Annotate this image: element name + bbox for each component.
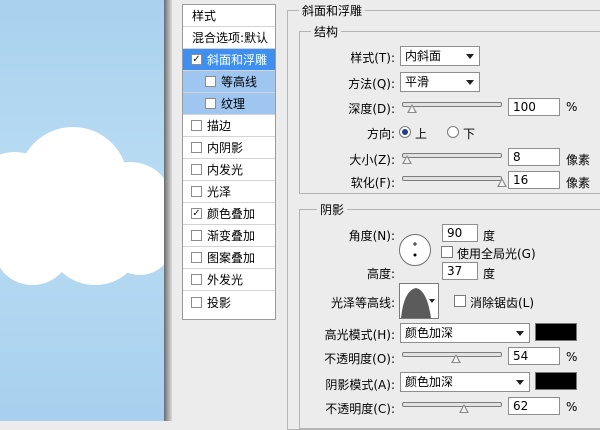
shading-group-title: 阴影 [317,201,348,218]
anti-aliased-checkbox[interactable] [454,295,466,307]
shadow-mode-label: 阴影模式(A): [325,378,395,392]
shadow-color-swatch[interactable] [535,372,577,390]
shadow-opacity-slider[interactable] [402,402,502,407]
style-item-inner-shadow[interactable]: 内阴影 [183,137,275,159]
size-input[interactable]: 8 [508,148,560,166]
technique-label: 方法(Q): [348,77,395,91]
depth-slider-thumb[interactable] [407,104,417,113]
altitude-input[interactable]: 37 [442,262,478,280]
highlight-color-swatch[interactable] [535,323,577,341]
dialog-frame-edge [164,0,172,421]
bevel-emboss-panel: 斜面和浮雕 结构 样式(T): 内斜面 方法(Q): 平滑 深度(D): 100… [287,0,600,430]
size-slider-thumb[interactable] [402,155,412,164]
style-item-stroke[interactable]: 描边 [183,115,275,137]
gloss-contour-label: 光泽等高线: [330,296,395,310]
gloss-contour-picker[interactable] [399,283,439,319]
highlight-opacity-unit: % [566,350,578,364]
layer-style-list: 样式 混合选项:默认 ✓ 斜面和浮雕 等高线 纹理 描边 内阴影 内发光 光泽 … [182,4,276,320]
blending-options-item[interactable]: 混合选项:默认 [183,27,275,49]
depth-slider[interactable] [402,102,502,107]
style-item-satin[interactable]: 光泽 [183,181,275,203]
shadow-opacity-label: 不透明度(C): [325,402,395,416]
soften-slider[interactable] [402,176,502,181]
highlight-opacity-input[interactable]: 54 [508,347,560,365]
chevron-down-icon [466,54,474,59]
style-item-inner-glow[interactable]: 内发光 [183,159,275,181]
soften-unit: 像素 [566,176,591,190]
highlight-opacity-slider-thumb[interactable] [451,354,461,363]
checkbox-contour[interactable] [205,76,216,87]
chevron-down-icon [516,331,524,336]
style-label: 样式(T): [350,51,395,65]
chevron-down-icon [466,80,474,85]
bevel-style-select[interactable]: 内斜面 [400,46,480,66]
global-light-label: 使用全局光(G) [457,247,536,261]
checkbox-inner-shadow[interactable] [191,142,202,153]
checkbox-outer-glow[interactable] [191,274,202,285]
checkbox-bevel-emboss[interactable]: ✓ [191,54,202,65]
depth-unit: % [566,100,578,114]
style-item-pattern-overlay[interactable]: 图案叠加 [183,247,275,269]
depth-input[interactable]: 100 [508,98,560,116]
depth-label: 深度(D): [348,102,395,116]
angle-input[interactable]: 90 [442,224,478,242]
checkbox-drop-shadow[interactable] [191,296,202,308]
structure-group-title: 结构 [311,23,342,40]
direction-up-label: 上 [415,127,428,141]
direction-label: 方向: [366,127,395,141]
checkbox-texture[interactable] [205,98,216,109]
direction-up-radio[interactable] [399,126,411,138]
bevel-group-title: 斜面和浮雕 [299,2,366,19]
soften-label: 软化(F): [350,176,395,190]
angle-unit: 度 [483,229,496,243]
global-light-checkbox[interactable] [441,246,453,258]
checkbox-stroke[interactable] [191,120,202,131]
checkbox-pattern-overlay[interactable] [191,252,202,263]
size-unit: 像素 [566,153,591,167]
direction-down-radio[interactable] [447,126,459,138]
checkbox-color-overlay[interactable]: ✓ [191,208,202,219]
angle-label: 角度(N): [348,229,395,243]
checkbox-gradient-overlay[interactable] [191,230,202,241]
soften-slider-thumb[interactable] [497,178,507,187]
size-label: 大小(Z): [349,153,395,167]
checkbox-satin[interactable] [191,186,202,197]
chevron-down-icon [516,380,524,385]
anti-aliased-label: 消除锯齿(L) [470,296,535,310]
contour-curve-icon [401,284,431,318]
highlight-mode-select[interactable]: 颜色加深 [400,323,530,343]
highlight-opacity-label: 不透明度(O): [324,352,395,366]
checkbox-inner-glow[interactable] [191,164,202,175]
altitude-unit: 度 [483,267,496,281]
style-item-outer-glow[interactable]: 外发光 [183,269,275,291]
style-item-texture[interactable]: 纹理 [183,93,275,115]
style-item-contour[interactable]: 等高线 [183,71,275,93]
style-item-color-overlay[interactable]: ✓ 颜色叠加 [183,203,275,225]
altitude-label: 高度: [366,267,395,281]
size-slider[interactable] [402,153,502,158]
chevron-down-icon [429,299,435,303]
style-item-gradient-overlay[interactable]: 渐变叠加 [183,225,275,247]
highlight-mode-label: 高光模式(H): [324,328,395,342]
styles-header[interactable]: 样式 [183,5,275,27]
shadow-opacity-unit: % [566,400,578,414]
direction-down-label: 下 [463,127,476,141]
style-item-bevel-emboss[interactable]: ✓ 斜面和浮雕 [183,49,275,71]
document-canvas [0,0,164,421]
technique-select[interactable]: 平滑 [400,72,480,92]
shadow-opacity-slider-thumb[interactable] [459,404,469,413]
shadow-opacity-input[interactable]: 62 [508,397,560,415]
angle-dial[interactable] [398,233,432,267]
shadow-mode-select[interactable]: 颜色加深 [400,372,530,392]
style-item-drop-shadow[interactable]: 投影 [183,291,275,313]
soften-input[interactable]: 16 [508,171,560,189]
